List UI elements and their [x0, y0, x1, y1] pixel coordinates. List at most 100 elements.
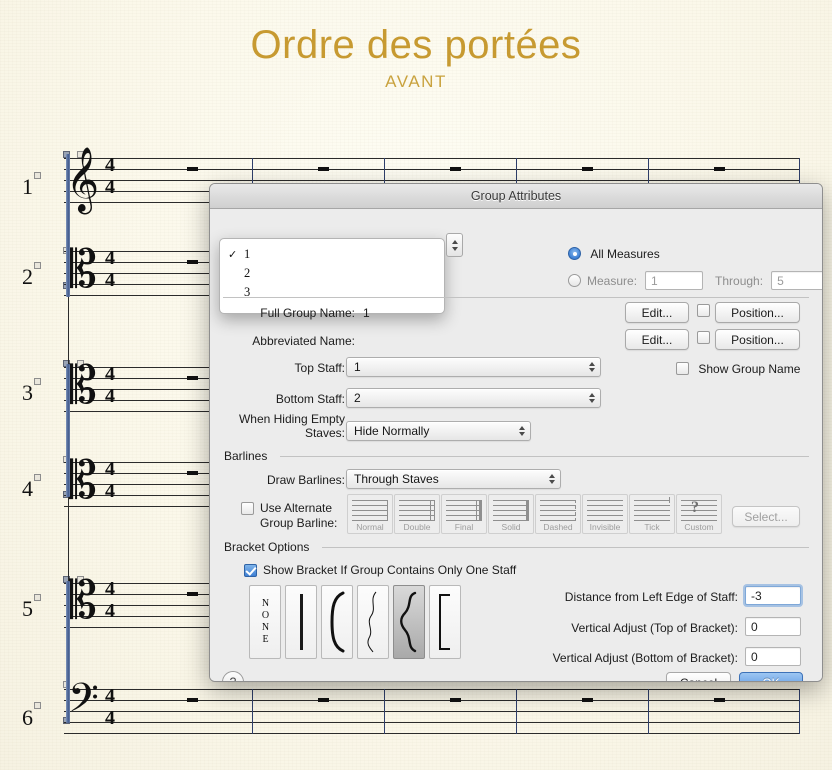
chevron-updown-icon [589, 393, 595, 403]
whole-rest [450, 698, 461, 702]
use-alternate-label-line1: Use Alternate [260, 501, 337, 516]
barline [516, 689, 517, 734]
group-attributes-dialog[interactable]: Group Attributes ✓ 1 2 3 All Measures [209, 183, 823, 682]
full-group-name-label: Full Group Name: [240, 306, 355, 320]
barline-style-normal[interactable]: Normal [347, 494, 393, 534]
vertical-adjust-top-label: Vertical Adjust (Top of Bracket): [390, 621, 738, 635]
abbrev-name-edit-button[interactable]: Edit... [625, 329, 689, 350]
whole-rest [187, 698, 198, 702]
bottom-staff-label: Bottom Staff: [240, 392, 345, 406]
bracket-shape-bracket[interactable] [321, 585, 353, 659]
group-bracket-2[interactable] [66, 364, 70, 497]
use-alternate-label-line2: Group Barline: [260, 516, 337, 531]
show-bracket-checkbox[interactable] [244, 564, 257, 577]
dialog-titlebar: Group Attributes [210, 184, 822, 209]
barlines-section-label: Barlines [224, 449, 273, 463]
barline-style-final[interactable]: Final [441, 494, 487, 534]
bracket-icon [326, 591, 348, 653]
chevron-updown-icon [519, 426, 525, 436]
dashed-barline-icon [540, 498, 576, 522]
dropdown-item-3[interactable]: 3 [220, 283, 444, 302]
measure-range-row[interactable]: Measure: 1 Through: 5 [568, 271, 823, 290]
checkmark-icon: ✓ [228, 248, 244, 261]
full-name-position-button[interactable]: Position... [715, 302, 800, 323]
use-alternate-barline-row[interactable]: Use Alternate Group Barline: [241, 501, 337, 531]
bracket-shape-straight-line[interactable] [285, 585, 317, 659]
vertical-adjust-bottom-field[interactable]: 0 [745, 647, 801, 666]
group-connector [68, 497, 69, 581]
divider [223, 297, 809, 298]
use-alternate-barline-checkbox[interactable] [241, 502, 254, 515]
cancel-button[interactable]: Cancel [666, 672, 731, 682]
dropdown-item-2[interactable]: 2 [220, 264, 444, 283]
barline-style-label: Final [455, 522, 473, 532]
barline-style-dashed[interactable]: Dashed [535, 494, 581, 534]
time-signature-denominator: 4 [102, 271, 118, 290]
staff-handle[interactable] [34, 172, 41, 179]
invisible-barline-icon [587, 498, 623, 522]
show-bracket-row[interactable]: Show Bracket If Group Contains Only One … [244, 563, 516, 577]
dialog-body: ✓ 1 2 3 All Measures Measure: 1 Through: [210, 209, 822, 682]
barline-style-label: Tick [644, 522, 659, 532]
group-bracket-1[interactable] [66, 154, 70, 297]
show-group-name-checkbox[interactable] [676, 362, 689, 375]
barline-style-group[interactable]: Normal Double Final [347, 494, 722, 534]
bottom-staff-popup[interactable]: 2 [346, 388, 601, 408]
vertical-adjust-top-field[interactable]: 0 [745, 617, 801, 636]
through-label: Through: [715, 274, 763, 288]
distance-label: Distance from Left Edge of Staff: [390, 590, 738, 604]
double-barline-icon [399, 498, 435, 522]
bracket-shape-none[interactable]: NONE [249, 585, 281, 659]
barline-style-invisible[interactable]: Invisible [582, 494, 628, 534]
barline-style-double[interactable]: Double [394, 494, 440, 534]
measure-radio[interactable] [568, 274, 581, 287]
barline-style-tick[interactable]: Tick [629, 494, 675, 534]
abbrev-name-position-checkbox[interactable] [697, 331, 710, 344]
dropdown-item-label: 2 [244, 266, 250, 281]
whole-rest [714, 698, 725, 702]
hiding-empty-label-line2: Staves: [225, 426, 345, 440]
bracket-none-label: NONE [259, 598, 271, 646]
all-measures-radio-row[interactable]: All Measures [568, 247, 660, 261]
hiding-empty-popup[interactable]: Hide Normally [346, 421, 531, 441]
barline-select-button[interactable]: Select... [732, 506, 800, 527]
staff-handle[interactable] [34, 474, 41, 481]
draw-barlines-label: Draw Barlines: [240, 473, 345, 487]
group-bracket-3[interactable] [66, 581, 70, 723]
barline-style-label: Double [404, 522, 431, 532]
barline-style-label: Solid [502, 522, 521, 532]
dropdown-item-1[interactable]: ✓ 1 [220, 245, 444, 264]
hiding-empty-label-line1: When Hiding Empty [225, 412, 345, 426]
ok-button[interactable]: OK [739, 672, 803, 682]
measure-from-field[interactable]: 1 [645, 271, 703, 290]
time-signature-numerator: 4 [102, 249, 118, 268]
staff-handle[interactable] [34, 262, 41, 269]
alto-clef-icon: 𝄡 [68, 455, 97, 507]
bracket-shape-wavy-line[interactable] [357, 585, 389, 659]
measure-through-field[interactable]: 5 [771, 271, 823, 290]
abbrev-name-position-button[interactable]: Position... [715, 329, 800, 350]
draw-barlines-popup[interactable]: Through Staves [346, 469, 561, 489]
barline-style-solid[interactable]: Solid [488, 494, 534, 534]
full-name-position-checkbox[interactable] [697, 304, 710, 317]
barline-style-label: Normal [356, 522, 383, 532]
page-subtitle: AVANT [0, 72, 832, 92]
all-measures-radio[interactable] [568, 247, 581, 260]
staff-handle[interactable] [34, 594, 41, 601]
group-dropdown-list[interactable]: ✓ 1 2 3 [219, 238, 445, 314]
help-button[interactable]: ? [222, 671, 244, 682]
measure-label: Measure: [587, 274, 637, 288]
staff-handle[interactable] [34, 702, 41, 709]
full-group-name-value: 1 [363, 306, 370, 320]
full-name-edit-button[interactable]: Edit... [625, 302, 689, 323]
top-staff-popup[interactable]: 1 [346, 357, 601, 377]
group-stepper[interactable] [446, 233, 463, 257]
barline [799, 689, 800, 734]
straight-line-icon [300, 594, 303, 650]
barline-style-custom[interactable]: ? Custom [676, 494, 722, 534]
distance-field[interactable]: -3 [745, 586, 801, 605]
time-signature-numerator: 4 [102, 460, 118, 479]
staff-lines [64, 689, 800, 733]
staff-handle[interactable] [34, 378, 41, 385]
show-group-name-row[interactable]: Show Group Name [676, 362, 800, 376]
